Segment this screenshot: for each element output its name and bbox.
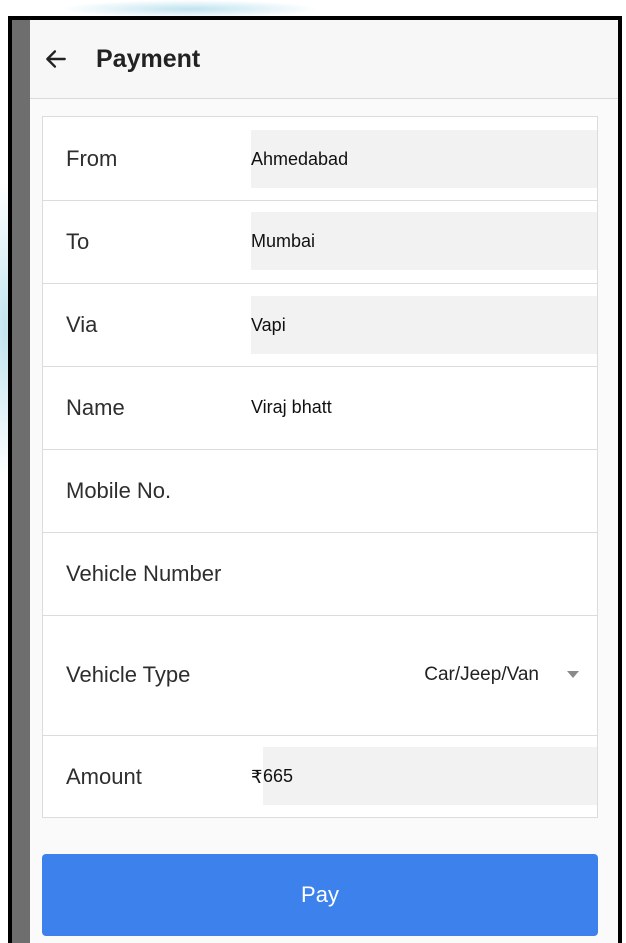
form-row-name: Name [43,366,597,450]
form-row-from: From [43,117,597,201]
app-bar: Payment [30,20,618,99]
back-button[interactable] [36,39,76,79]
pay-button[interactable]: Pay [42,854,598,936]
form-row-mobile: Mobile No. [43,449,597,533]
amount-field[interactable] [263,747,597,805]
form-row-via: Via [43,283,597,367]
form-row-vehicle-type: Vehicle Type Car/Jeep/Van [43,615,597,736]
vehicle-type-label: Vehicle Type [66,662,191,687]
form-row-amount: Amount ₹ [43,735,597,819]
name-label: Name [66,394,125,420]
page-title: Payment [96,44,201,73]
to-label: To [66,228,90,254]
to-field[interactable] [251,212,597,270]
device-bezel [12,20,30,943]
via-field[interactable] [251,296,597,354]
mobile-field[interactable] [251,461,597,519]
arrow-left-icon [46,50,66,68]
name-field[interactable] [251,378,597,436]
amount-label: Amount [66,764,142,789]
screen: Payment From To Via Name Mobile No. [30,20,618,943]
form-row-vehicle-number: Vehicle Number [43,532,597,616]
from-field[interactable] [251,130,597,188]
dropdown-arrow-icon [567,671,579,678]
vehicle-number-field[interactable] [251,544,597,602]
device-frame: Payment From To Via Name Mobile No. [8,16,622,943]
currency-symbol: ₹ [251,766,263,787]
payment-form: From To Via Name Mobile No. Vehicle Numb… [42,116,598,818]
mobile-label: Mobile No. [66,477,172,503]
from-label: From [66,145,118,171]
vehicle-number-label: Vehicle Number [66,560,222,586]
via-label: Via [66,311,98,337]
form-row-to: To [43,200,597,284]
vehicle-type-select[interactable]: Car/Jeep/Van [424,664,579,686]
vehicle-type-value: Car/Jeep/Van [424,664,539,685]
